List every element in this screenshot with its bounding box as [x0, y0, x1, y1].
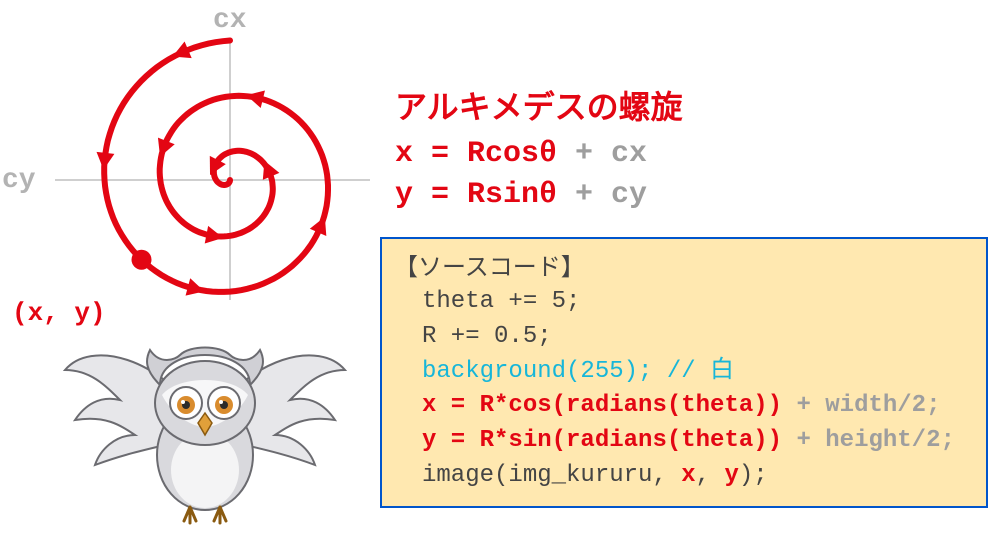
code-l6a: image(img_kururu, [422, 462, 681, 489]
eq-y-lhs: y = Rsinθ [395, 178, 557, 212]
code-l6b: x [681, 462, 695, 489]
equation-block: アルキメデスの螺旋 x = Rcosθ + cx y = Rsinθ + cy [395, 82, 683, 215]
source-code-box: 【ソースコード】 theta += 5; R += 0.5; backgroun… [380, 237, 988, 508]
axis-label-cy: cy [2, 165, 36, 196]
code-l5b: + height/2; [782, 427, 955, 454]
equation-title: アルキメデスの螺旋 [395, 82, 683, 128]
code-l2: R += 0.5; [422, 323, 552, 350]
axis-label-cx: cx [213, 5, 247, 36]
code-title: 【ソースコード】 [394, 247, 974, 283]
code-l3b: // 白 [667, 358, 734, 385]
code-l4b: + width/2; [782, 392, 940, 419]
code-l1: theta += 5; [422, 288, 580, 315]
owl-icon [60, 315, 350, 530]
eq-x-rhs: + cx [557, 137, 647, 171]
code-l5a: y = R*sin(radians(theta)) [422, 427, 782, 454]
eq-y-rhs: + cy [557, 178, 647, 212]
archimedean-spiral-diagram [0, 0, 400, 340]
code-l6e: ); [739, 462, 768, 489]
code-l3a: background(255); [422, 358, 667, 385]
code-l6d: y [724, 462, 738, 489]
eq-x-lhs: x = Rcosθ [395, 137, 557, 171]
code-l4a: x = R*cos(radians(theta)) [422, 392, 782, 419]
code-l6c: , [696, 462, 725, 489]
